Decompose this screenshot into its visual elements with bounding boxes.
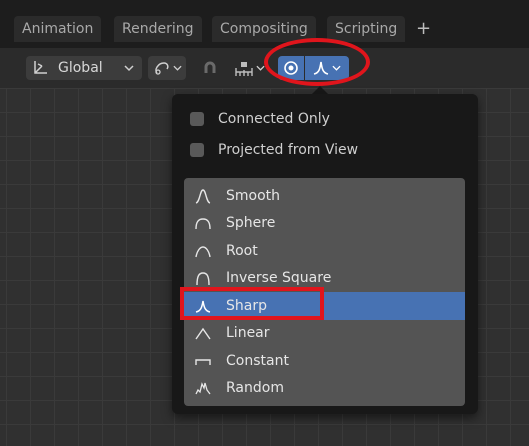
constant-curve-icon — [194, 353, 220, 369]
smooth-curve-icon — [194, 188, 220, 204]
connected-only-checkbox[interactable]: Connected Only — [190, 108, 330, 130]
chevron-down-icon — [255, 64, 265, 72]
proportional-editing-popup: Connected Only Projected from View Smoot… — [172, 94, 478, 414]
chevron-down-icon — [172, 64, 182, 72]
snap-increment-icon — [234, 60, 254, 76]
sphere-curve-icon — [194, 215, 220, 231]
falloff-option-label: Smooth — [226, 187, 281, 204]
falloff-option-label: Linear — [226, 325, 270, 342]
pivot-point-dropdown[interactable] — [148, 56, 186, 80]
workspace-tab-bar: Animation Rendering Compositing Scriptin… — [0, 0, 529, 48]
chevron-down-icon — [124, 64, 134, 72]
transform-orientation-dropdown[interactable]: Global — [26, 56, 142, 80]
falloff-option-root[interactable]: Root — [184, 237, 465, 265]
random-curve-icon — [194, 380, 220, 396]
viewport-header: Global — [0, 48, 529, 88]
falloff-option-label: Random — [226, 380, 284, 397]
tab-rendering[interactable]: Rendering — [114, 16, 202, 42]
falloff-option-label: Root — [226, 242, 258, 259]
falloff-option-label: Constant — [226, 352, 289, 369]
pivot-point-icon — [153, 59, 171, 77]
annotation-circle — [264, 38, 370, 86]
falloff-option-label: Inverse Square — [226, 270, 332, 287]
linear-curve-icon — [194, 325, 220, 341]
transform-orientation-icon — [32, 60, 50, 76]
falloff-option-linear[interactable]: Linear — [184, 320, 465, 348]
falloff-option-constant[interactable]: Constant — [184, 347, 465, 375]
snap-toggle[interactable] — [198, 56, 222, 80]
checkbox-label: Connected Only — [218, 111, 330, 127]
root-curve-icon — [194, 243, 220, 259]
checkbox-box[interactable] — [190, 143, 204, 157]
checkbox-label: Projected from View — [218, 142, 359, 158]
transform-orientation-label: Global — [58, 60, 103, 76]
falloff-option-random[interactable]: Random — [184, 375, 465, 403]
annotation-highlight-box — [180, 287, 324, 320]
add-workspace-button[interactable]: + — [412, 16, 435, 42]
falloff-option-sphere[interactable]: Sphere — [184, 210, 465, 238]
magnet-icon — [201, 59, 219, 77]
tab-animation[interactable]: Animation — [14, 16, 102, 42]
tab-scripting[interactable]: Scripting — [327, 16, 406, 42]
falloff-option-smooth[interactable]: Smooth — [184, 182, 465, 210]
inverse-square-curve-icon — [194, 270, 220, 286]
checkbox-box[interactable] — [190, 112, 204, 126]
falloff-option-label: Sphere — [226, 215, 276, 232]
projected-from-view-checkbox[interactable]: Projected from View — [190, 139, 358, 161]
